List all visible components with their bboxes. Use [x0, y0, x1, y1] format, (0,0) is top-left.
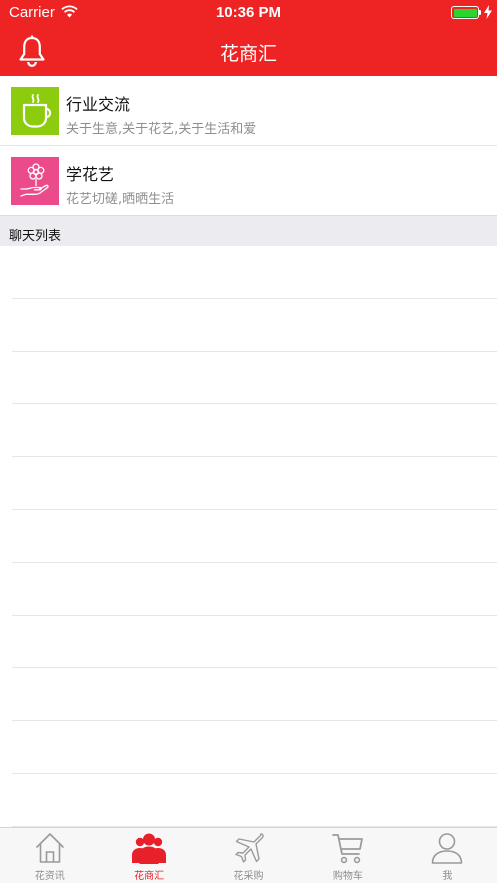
people-icon [132, 833, 167, 864]
user-icon [432, 833, 463, 864]
home-icon [35, 833, 64, 863]
tab-label: 购物车 [332, 871, 363, 882]
page-title: 花商汇 [219, 43, 277, 65]
chat-row[interactable] [12, 774, 497, 827]
feature-subtitle: 关于生意,关于花艺,关于生活和爱 [66, 122, 257, 137]
tab-flower-news[interactable]: 花资讯 [0, 828, 99, 883]
section-title: 聊天列表 [9, 229, 62, 244]
flower-hand-icon [20, 163, 49, 197]
battery-tip [479, 10, 481, 15]
chat-row[interactable] [12, 457, 497, 510]
tab-flower-purchase[interactable]: 花采购 [199, 828, 298, 883]
chat-row[interactable] [12, 563, 497, 616]
feature-subtitle: 花艺切磋,晒晒生活 [66, 192, 175, 207]
tab-bar: 花资讯 花商汇 花采购 购物车 我 [0, 827, 497, 883]
header: Carrier 10:36 PM 花商汇 [0, 0, 497, 76]
tab-label: 花采购 [233, 871, 264, 882]
chat-row[interactable] [12, 721, 497, 774]
feature-title: 行业交流 [66, 95, 131, 114]
tab-me[interactable]: 我 [398, 828, 497, 883]
cart-icon [332, 834, 363, 864]
status-bar: Carrier 10:36 PM [0, 0, 497, 26]
chat-row[interactable] [12, 299, 497, 352]
section-header: 聊天列表 [0, 216, 497, 246]
status-time: 10:36 PM [215, 4, 282, 21]
tab-shopping-cart[interactable]: 购物车 [298, 828, 397, 883]
feature-icon-box [11, 87, 59, 135]
battery-icon [451, 6, 479, 19]
chat-row[interactable] [12, 246, 497, 299]
feature-icon-box [11, 157, 59, 205]
feature-learn-floristry[interactable]: 学花艺 花艺切磋,晒晒生活 [0, 147, 497, 216]
chat-row[interactable] [12, 616, 497, 669]
coffee-cup-icon [22, 94, 52, 128]
chat-row[interactable] [12, 404, 497, 458]
chat-row[interactable] [12, 668, 497, 722]
tab-flower-merchants[interactable]: 花商汇 [99, 828, 198, 883]
tab-label: 我 [442, 871, 453, 882]
nav-bar: 花商汇 [0, 26, 497, 76]
chat-list[interactable] [0, 246, 497, 827]
airplane-icon [234, 833, 264, 863]
charging-bolt-icon [484, 5, 492, 19]
chat-row[interactable] [12, 352, 497, 405]
chat-row[interactable] [12, 510, 497, 563]
tab-label: 花商汇 [134, 871, 165, 882]
feature-industry-exchange[interactable]: 行业交流 关于生意,关于花艺,关于生活和爱 [0, 77, 497, 146]
feature-title: 学花艺 [66, 165, 115, 184]
tab-label: 花资讯 [34, 871, 65, 882]
